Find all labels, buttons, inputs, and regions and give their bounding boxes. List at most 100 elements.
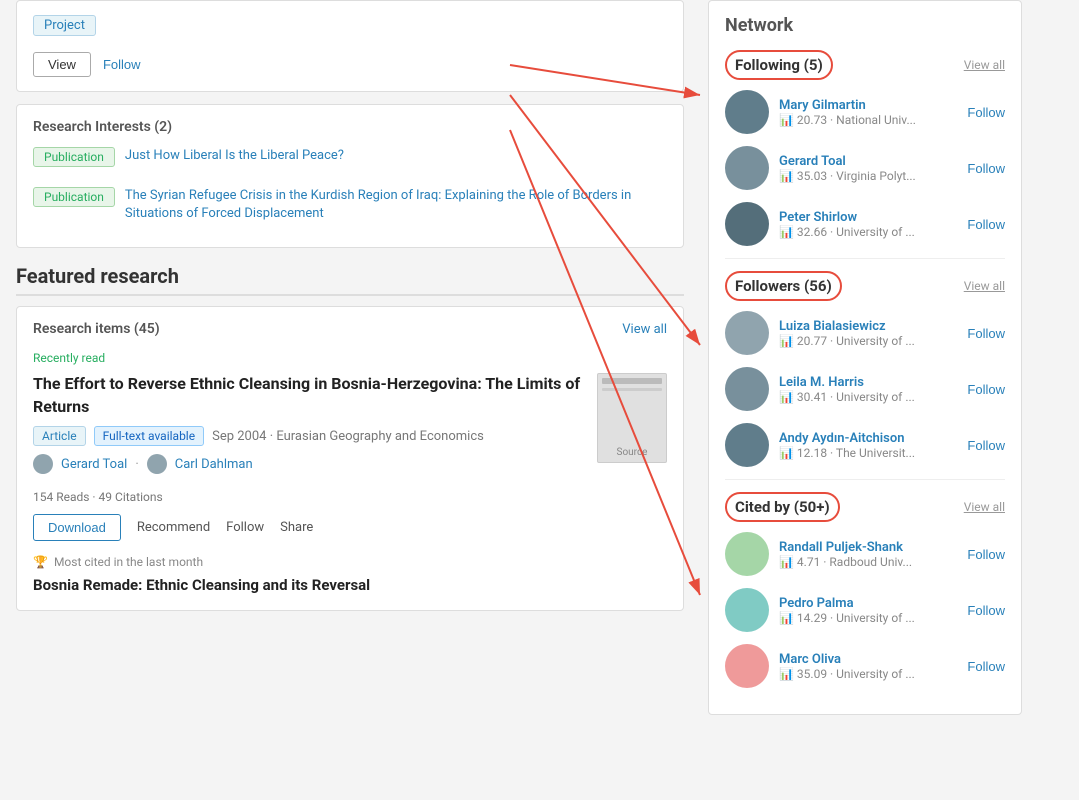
person-row-marc: Marc Oliva 📊 35.09 · University of ... F… bbox=[725, 644, 1005, 688]
follow-luiza-button[interactable]: Follow bbox=[967, 326, 1005, 341]
follow-gerard-button[interactable]: Follow bbox=[967, 161, 1005, 176]
follow-peter-button[interactable]: Follow bbox=[967, 217, 1005, 232]
view-all-link[interactable]: View all bbox=[622, 322, 667, 337]
research-items-card: Research items (45) View all Recently re… bbox=[16, 306, 684, 611]
source-label: Source bbox=[617, 447, 648, 458]
person-meta-marc: 📊 35.09 · University of ... bbox=[779, 667, 957, 681]
follow-mary-button[interactable]: Follow bbox=[967, 105, 1005, 120]
recommend-link[interactable]: Recommend bbox=[137, 520, 210, 535]
avatar-randall bbox=[725, 532, 769, 576]
network-title: Network bbox=[725, 15, 1005, 36]
person-info-pedro: Pedro Palma 📊 14.29 · University of ... bbox=[779, 596, 957, 625]
avatar-marc bbox=[725, 644, 769, 688]
avatar-pedro bbox=[725, 588, 769, 632]
person-row-peter: Peter Shirlow 📊 32.66 · University of ..… bbox=[725, 202, 1005, 246]
person-meta-pedro: 📊 14.29 · University of ... bbox=[779, 611, 957, 625]
divider-2 bbox=[725, 479, 1005, 480]
trophy-icon: 🏆 bbox=[33, 555, 48, 569]
cited-title: Cited by (50+) bbox=[725, 492, 840, 522]
person-meta-peter: 📊 32.66 · University of ... bbox=[779, 225, 957, 239]
avatar-leila bbox=[725, 367, 769, 411]
person-info-andy: Andy Aydın-Aitchison 📊 12.18 · The Unive… bbox=[779, 431, 957, 460]
view-button[interactable]: View bbox=[33, 52, 91, 77]
avatar-andy bbox=[725, 423, 769, 467]
person-row-pedro: Pedro Palma 📊 14.29 · University of ... … bbox=[725, 588, 1005, 632]
items-title: Research items (45) bbox=[33, 321, 160, 337]
follow-randall-button[interactable]: Follow bbox=[967, 547, 1005, 562]
person-row-randall: Randall Puljek-Shank 📊 4.71 · Radboud Un… bbox=[725, 532, 1005, 576]
person-name-randall[interactable]: Randall Puljek-Shank bbox=[779, 540, 957, 555]
divider-1 bbox=[725, 258, 1005, 259]
author-avatar-1 bbox=[33, 454, 53, 474]
publication-tag-1: Publication bbox=[33, 147, 115, 167]
left-panel: Project View Follow Research Interests (… bbox=[0, 0, 700, 715]
follow-pedro-button[interactable]: Follow bbox=[967, 603, 1005, 618]
article-info: The Effort to Reverse Ethnic Cleansing i… bbox=[33, 373, 585, 482]
avatar-peter bbox=[725, 202, 769, 246]
following-view-all[interactable]: View all bbox=[964, 58, 1005, 72]
article-title-2: Bosnia Remade: Ethnic Cleansing and its … bbox=[33, 575, 667, 596]
author-name-1[interactable]: Gerard Toal bbox=[61, 457, 127, 472]
research-interests-title: Research Interests (2) bbox=[33, 119, 667, 135]
featured-research-title: Featured research bbox=[16, 264, 684, 296]
person-row-luiza: Luiza Bialasiewicz 📊 20.77 · University … bbox=[725, 311, 1005, 355]
person-name-marc[interactable]: Marc Oliva bbox=[779, 652, 957, 667]
person-info-leila: Leila M. Harris 📊 30.41 · University of … bbox=[779, 375, 957, 404]
article-tags: Article Full-text available Sep 2004 · E… bbox=[33, 426, 585, 446]
project-tag: Project bbox=[33, 15, 96, 36]
person-info-mary: Mary Gilmartin 📊 20.73 · National Univ..… bbox=[779, 98, 957, 127]
right-panel: Network Following (5) View all Mary Gilm… bbox=[700, 0, 1030, 715]
publication-tag-2: Publication bbox=[33, 187, 115, 207]
person-meta-gerard: 📊 35.03 · Virginia Polyt... bbox=[779, 169, 957, 183]
follow-article-link[interactable]: Follow bbox=[226, 520, 264, 535]
article-meta: Sep 2004 · Eurasian Geography and Econom… bbox=[212, 429, 484, 444]
article-content: The Effort to Reverse Ethnic Cleansing i… bbox=[33, 373, 667, 482]
person-row-mary: Mary Gilmartin 📊 20.73 · National Univ..… bbox=[725, 90, 1005, 134]
person-meta-randall: 📊 4.71 · Radboud Univ... bbox=[779, 555, 957, 569]
author-avatar-2 bbox=[147, 454, 167, 474]
follow-marc-button[interactable]: Follow bbox=[967, 659, 1005, 674]
followers-view-all[interactable]: View all bbox=[964, 279, 1005, 293]
person-info-luiza: Luiza Bialasiewicz 📊 20.77 · University … bbox=[779, 319, 957, 348]
person-name-pedro[interactable]: Pedro Palma bbox=[779, 596, 957, 611]
cited-view-all[interactable]: View all bbox=[964, 500, 1005, 514]
following-header: Following (5) View all bbox=[725, 50, 1005, 80]
person-name-luiza[interactable]: Luiza Bialasiewicz bbox=[779, 319, 957, 334]
download-button[interactable]: Download bbox=[33, 514, 121, 541]
author-name-2[interactable]: Carl Dahlman bbox=[175, 457, 253, 472]
person-row-gerard: Gerard Toal 📊 35.03 · Virginia Polyt... … bbox=[725, 146, 1005, 190]
recently-read-label: Recently read bbox=[33, 351, 667, 365]
person-name-leila[interactable]: Leila M. Harris bbox=[779, 375, 957, 390]
follow-button[interactable]: Follow bbox=[103, 57, 141, 72]
avatar-mary bbox=[725, 90, 769, 134]
publication-row-2: Publication The Syrian Refugee Crisis in… bbox=[33, 187, 667, 223]
fulltext-tag: Full-text available bbox=[94, 426, 205, 446]
person-meta-luiza: 📊 20.77 · University of ... bbox=[779, 334, 957, 348]
article-title: The Effort to Reverse Ethnic Cleansing i… bbox=[33, 373, 585, 418]
article-thumbnail: Source bbox=[597, 373, 667, 463]
follow-leila-button[interactable]: Follow bbox=[967, 382, 1005, 397]
avatar-gerard bbox=[725, 146, 769, 190]
person-row-andy: Andy Aydın-Aitchison 📊 12.18 · The Unive… bbox=[725, 423, 1005, 467]
items-header: Research items (45) View all bbox=[33, 321, 667, 337]
article-type-tag: Article bbox=[33, 426, 86, 446]
publication-link-1[interactable]: Just How Liberal Is the Liberal Peace? bbox=[125, 147, 344, 165]
follow-andy-button[interactable]: Follow bbox=[967, 438, 1005, 453]
publication-link-2[interactable]: The Syrian Refugee Crisis in the Kurdish… bbox=[125, 187, 667, 223]
share-link[interactable]: Share bbox=[280, 520, 313, 535]
cited-header: Cited by (50+) View all bbox=[725, 492, 1005, 522]
person-name-peter[interactable]: Peter Shirlow bbox=[779, 210, 957, 225]
person-name-gerard[interactable]: Gerard Toal bbox=[779, 154, 957, 169]
person-info-gerard: Gerard Toal 📊 35.03 · Virginia Polyt... bbox=[779, 154, 957, 183]
article-actions: Download Recommend Follow Share bbox=[33, 514, 667, 541]
followers-header: Followers (56) View all bbox=[725, 271, 1005, 301]
person-meta-leila: 📊 30.41 · University of ... bbox=[779, 390, 957, 404]
person-row-leila: Leila M. Harris 📊 30.41 · University of … bbox=[725, 367, 1005, 411]
person-name-andy[interactable]: Andy Aydın-Aitchison bbox=[779, 431, 957, 446]
person-meta-mary: 📊 20.73 · National Univ... bbox=[779, 113, 957, 127]
person-info-marc: Marc Oliva 📊 35.09 · University of ... bbox=[779, 652, 957, 681]
person-name-mary[interactable]: Mary Gilmartin bbox=[779, 98, 957, 113]
person-info-randall: Randall Puljek-Shank 📊 4.71 · Radboud Un… bbox=[779, 540, 957, 569]
avatar-luiza bbox=[725, 311, 769, 355]
following-title: Following (5) bbox=[725, 50, 833, 80]
